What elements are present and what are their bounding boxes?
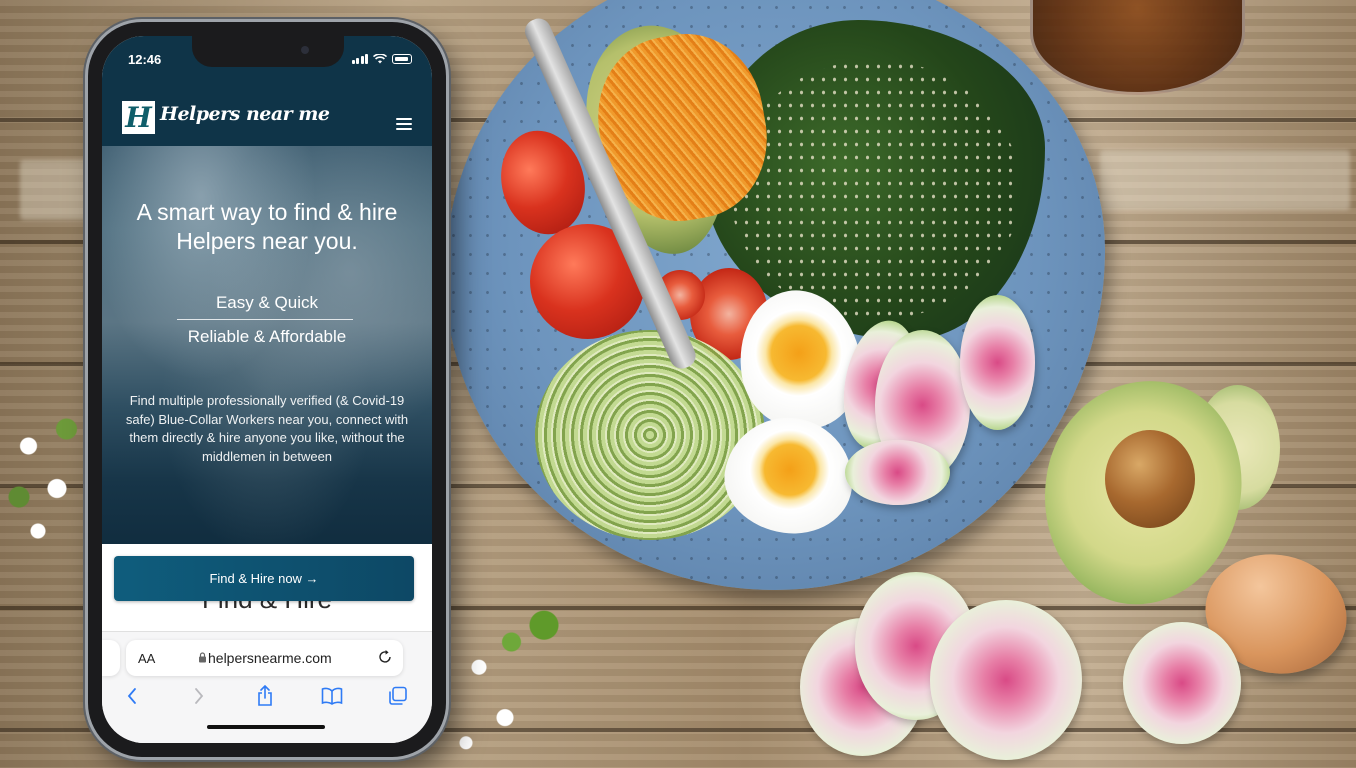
signal-icon	[351, 54, 368, 64]
hero-description: Find multiple professionally verified (&…	[125, 393, 409, 464]
radish-slice	[930, 600, 1082, 760]
avocado-pit	[1105, 430, 1195, 528]
logo-text[interactable]: Helpers near me	[160, 103, 330, 125]
hero-section: A smart way to find & hire Helpers near …	[102, 146, 432, 566]
status-icons	[351, 54, 412, 64]
radish-slice	[960, 295, 1035, 430]
wifi-icon	[373, 54, 387, 64]
logo-mark[interactable]: H	[122, 101, 155, 134]
lock-icon	[199, 652, 206, 663]
cta-area: Find & Hire Find & Hire now →	[102, 544, 432, 634]
hamburger-menu-icon[interactable]	[396, 118, 412, 130]
back-icon[interactable]	[120, 684, 144, 708]
hero-point-easy: Easy & Quick	[215, 293, 319, 312]
phone-mockup: 12:46 H Helpers near me A smart way to f…	[88, 22, 446, 757]
wood-highlight	[20, 160, 90, 220]
text-size-button[interactable]: AA	[138, 651, 155, 666]
reload-icon[interactable]	[377, 649, 393, 665]
home-indicator	[207, 725, 325, 729]
radish-slice	[845, 440, 950, 505]
cherry-blossom-branch	[440, 600, 570, 768]
wood-highlight	[1100, 150, 1350, 210]
status-time: 12:46	[128, 52, 162, 67]
phone-notch	[192, 36, 344, 67]
front-camera	[301, 46, 309, 54]
tabs-icon[interactable]	[386, 684, 410, 708]
find-hire-button[interactable]: Find & Hire now →	[114, 556, 414, 601]
cucumber-noodles	[535, 330, 765, 540]
url-text[interactable]: helpersnearme.com	[208, 650, 332, 666]
share-icon[interactable]	[253, 684, 277, 708]
battery-icon	[392, 54, 412, 64]
hero-title: A smart way to find & hire Helpers near …	[136, 199, 398, 254]
logo-letter: H	[125, 101, 152, 134]
address-bar[interactable]: AA helpersnearme.com	[126, 640, 403, 676]
previous-tab-pill[interactable]	[102, 640, 120, 676]
phone-screen: 12:46 H Helpers near me A smart way to f…	[102, 36, 432, 743]
radish-slice	[1123, 622, 1241, 744]
bookmarks-icon[interactable]	[320, 684, 344, 708]
browser-toolbar	[102, 684, 432, 714]
hero-point-reliable: Reliable & Affordable	[187, 327, 347, 346]
browser-bottom-bar: AA helpersnearme.com	[102, 631, 432, 743]
hero-divider	[177, 319, 353, 320]
sesame-seeds	[730, 60, 1020, 320]
forward-icon[interactable]	[187, 684, 211, 708]
site-header: H Helpers near me	[102, 84, 432, 146]
